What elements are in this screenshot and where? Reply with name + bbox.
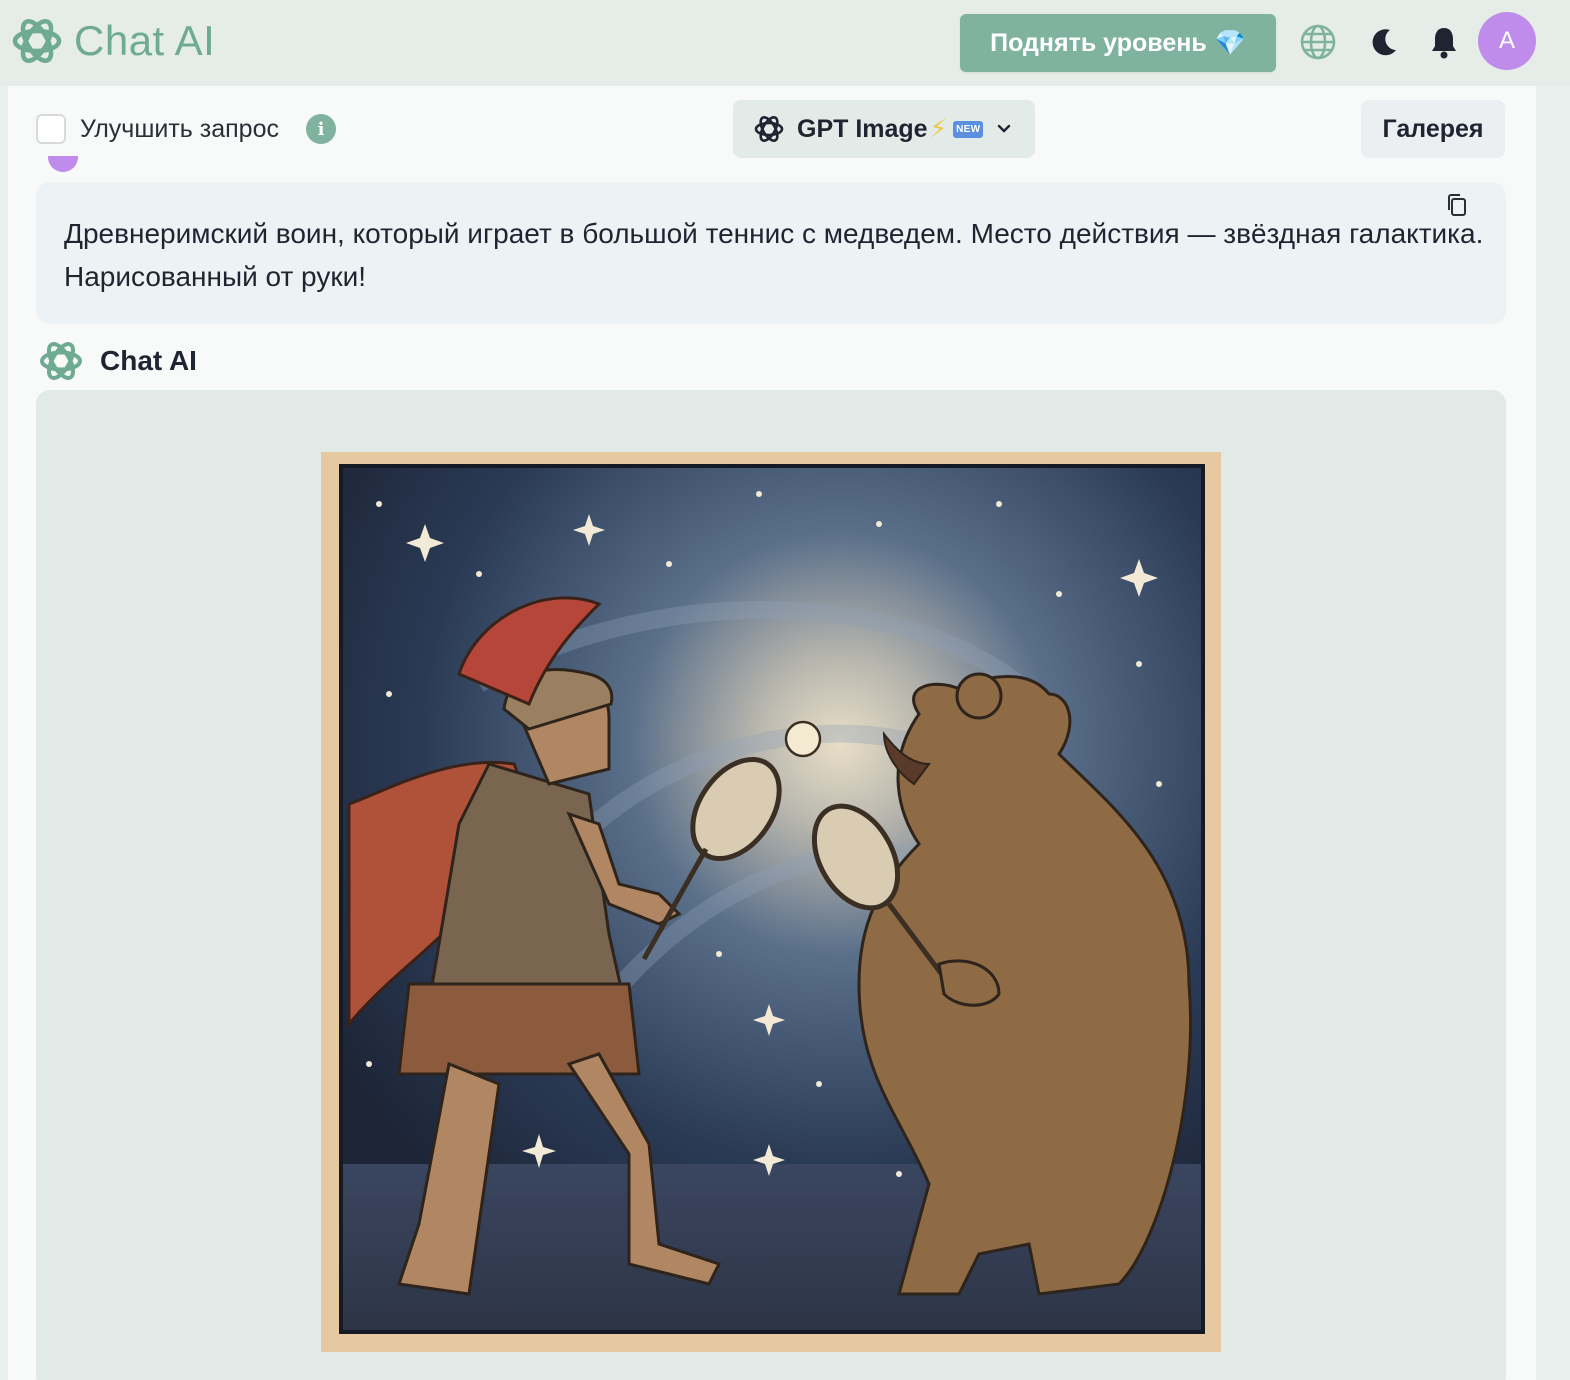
upgrade-label: Поднять уровень xyxy=(990,28,1207,57)
user-message-avatar xyxy=(48,156,78,174)
new-badge: NEW xyxy=(953,120,984,138)
openai-logo-icon xyxy=(754,116,784,142)
brand-name: Chat AI xyxy=(74,17,216,64)
upgrade-button[interactable]: Поднять уровень 💎 xyxy=(960,14,1276,72)
gallery-button[interactable]: Галерея xyxy=(1361,100,1505,158)
model-name: GPT Image xyxy=(797,114,928,143)
main-panel: Улучшить запрос i GPT Image ⚡ NEW Галере… xyxy=(8,86,1536,1380)
openai-logo-icon xyxy=(12,19,62,63)
globe-icon[interactable] xyxy=(1298,22,1338,62)
bolt-icon: ⚡ xyxy=(929,115,948,143)
moon-icon[interactable] xyxy=(1364,22,1404,62)
chat-toolbar: Улучшить запрос i GPT Image ⚡ NEW Галере… xyxy=(8,86,1536,174)
bell-icon[interactable] xyxy=(1424,22,1464,62)
assistant-header: Chat AI xyxy=(38,338,197,384)
info-icon[interactable]: i xyxy=(306,114,336,144)
assistant-name: Chat AI xyxy=(100,345,197,376)
improve-prompt-label[interactable]: Улучшить запрос xyxy=(80,115,279,144)
model-selector[interactable]: GPT Image ⚡ NEW xyxy=(733,100,1035,158)
chevron-down-icon xyxy=(998,124,1011,133)
top-bar: Chat AI Поднять уровень 💎 A xyxy=(0,0,1570,86)
user-avatar[interactable]: A xyxy=(1478,12,1536,70)
openai-logo-icon xyxy=(40,342,82,380)
gem-icon: 💎 xyxy=(1214,28,1246,57)
assistant-response xyxy=(36,390,1506,1380)
user-message: Древнеримский воин, который играет в бол… xyxy=(36,182,1506,324)
improve-prompt-checkbox[interactable] xyxy=(36,114,66,144)
brand[interactable]: Chat AI xyxy=(10,14,215,68)
user-prompt-text: Древнеримский воин, который играет в бол… xyxy=(64,218,1484,292)
generated-image[interactable] xyxy=(321,452,1221,1352)
generated-image-art xyxy=(339,464,1205,1334)
